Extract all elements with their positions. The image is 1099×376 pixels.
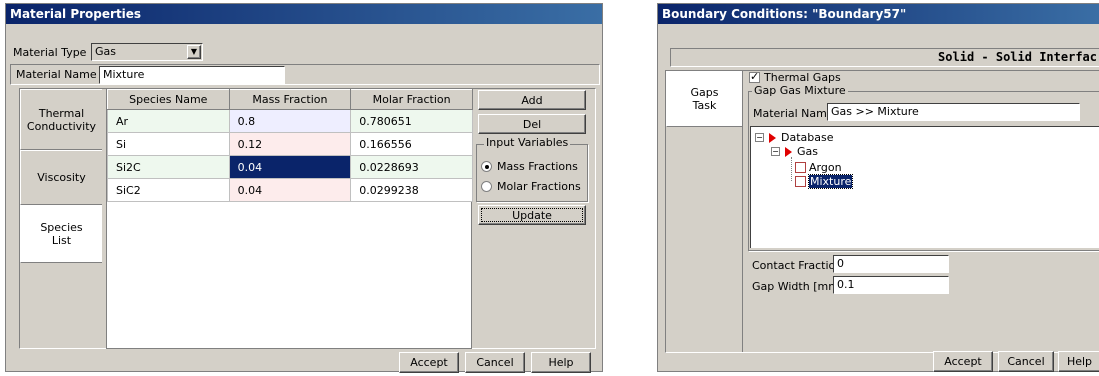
- interface-header: Solid - Solid Interfac: [670, 48, 1099, 67]
- tab-species-list-label: Species List: [40, 221, 83, 247]
- cancel-button[interactable]: Cancel: [465, 352, 525, 373]
- mass-fractions-radio[interactable]: Mass Fractions: [481, 160, 578, 173]
- argon-checkbox-icon[interactable]: [795, 162, 806, 173]
- table-row[interactable]: Ar 0.8 0.780651: [107, 109, 473, 133]
- boundary-accept-button[interactable]: Accept: [933, 351, 993, 372]
- tab-thermal-conductivity[interactable]: Thermal Conductivity: [20, 89, 102, 150]
- molar-fraction-cell: 0.0228693: [350, 155, 473, 179]
- species-table-area: Species Name Mass Fraction Molar Fractio…: [106, 88, 473, 349]
- column-header-species-name[interactable]: Species Name: [107, 89, 230, 110]
- boundary-cancel-button[interactable]: Cancel: [998, 351, 1054, 372]
- mass-fraction-cell-selected[interactable]: 0.04: [228, 155, 352, 179]
- molar-fraction-cell: 0.780651: [350, 109, 473, 133]
- thermal-gaps-checkbox[interactable]: Thermal Gaps: [749, 70, 841, 84]
- contact-fraction-label: Contact Fraction: [752, 259, 843, 272]
- column-header-mass-fraction[interactable]: Mass Fraction: [228, 89, 352, 110]
- interface-header-text: Solid - Solid Interfac: [938, 50, 1097, 64]
- gap-width-input[interactable]: 0.1: [833, 276, 949, 294]
- update-button[interactable]: Update: [478, 205, 586, 225]
- table-row[interactable]: Si 0.12 0.166556: [107, 132, 473, 156]
- add-button[interactable]: Add: [478, 90, 586, 110]
- boundary-conditions-window: Boundary Conditions: "Boundary57" Solid …: [657, 3, 1099, 372]
- collapse-icon[interactable]: −: [771, 147, 780, 156]
- material-type-value: Gas: [95, 45, 116, 58]
- material-type-select[interactable]: Gas ▼: [91, 43, 203, 61]
- column-header-molar-fraction[interactable]: Molar Fraction: [350, 89, 473, 110]
- material-type-label: Material Type: [13, 46, 87, 59]
- folder-arrow-icon: [785, 146, 792, 157]
- contact-fraction-input[interactable]: 0: [833, 255, 949, 273]
- radio-selected-icon[interactable]: [481, 161, 492, 172]
- gap-material-name-input[interactable]: Gas >> Mixture: [827, 103, 1080, 121]
- species-table: Species Name Mass Fraction Molar Fractio…: [107, 89, 473, 202]
- help-button[interactable]: Help: [531, 352, 591, 373]
- material-name-input[interactable]: Mixture: [99, 66, 285, 84]
- gap-width-label: Gap Width [mm]: [752, 280, 844, 293]
- gap-material-name-label: Material Name:: [753, 107, 838, 120]
- checkbox-checked-icon[interactable]: [749, 70, 760, 83]
- tree-item-argon[interactable]: Argon: [795, 161, 842, 174]
- collapse-icon[interactable]: −: [755, 133, 764, 142]
- tree-item-database[interactable]: − Database: [755, 131, 834, 144]
- tree-label-argon: Argon: [809, 161, 842, 174]
- del-button[interactable]: Del: [478, 114, 586, 134]
- table-header-row: Species Name Mass Fraction Molar Fractio…: [107, 89, 473, 110]
- table-row[interactable]: SiC2 0.04 0.0299238: [107, 178, 473, 202]
- material-tree: − Database − Gas Argon Mixture: [750, 126, 1099, 248]
- table-row[interactable]: Si2C 0.04 0.0228693: [107, 155, 473, 179]
- molar-fractions-radio[interactable]: Molar Fractions: [481, 180, 581, 193]
- tab-viscosity[interactable]: Viscosity: [20, 150, 102, 205]
- folder-arrow-icon: [769, 132, 776, 143]
- gap-gas-mixture-label: Gap Gas Mixture: [752, 84, 848, 97]
- tab-species-list[interactable]: Species List: [20, 205, 102, 263]
- radio-unselected-icon[interactable]: [481, 181, 492, 192]
- tree-item-gas[interactable]: − Gas: [771, 145, 818, 158]
- input-variables-group: [476, 144, 588, 202]
- mass-fraction-cell[interactable]: 0.8: [228, 109, 352, 133]
- mixture-checkbox-icon[interactable]: [795, 176, 806, 187]
- mass-fraction-cell[interactable]: 0.04: [228, 178, 352, 202]
- molar-fractions-label: Molar Fractions: [497, 180, 581, 193]
- boundary-help-button[interactable]: Help: [1058, 351, 1099, 372]
- mass-fractions-label: Mass Fractions: [497, 160, 578, 173]
- input-variables-label: Input Variables: [484, 136, 571, 149]
- boundary-window-title: Boundary Conditions: "Boundary57": [658, 4, 1099, 24]
- tree-label-gas: Gas: [797, 145, 818, 158]
- species-name-cell[interactable]: SiC2: [107, 178, 230, 202]
- tab-thermal-conductivity-label: Thermal Conductivity: [26, 106, 97, 133]
- tree-item-mixture[interactable]: Mixture: [795, 174, 854, 189]
- chevron-down-icon[interactable]: ▼: [187, 45, 201, 59]
- tab-gaps-task-label: Gaps Task: [690, 86, 719, 112]
- accept-button[interactable]: Accept: [399, 352, 459, 373]
- species-name-cell[interactable]: Ar: [107, 109, 230, 133]
- molar-fraction-cell: 0.0299238: [350, 178, 473, 202]
- tab-viscosity-label: Viscosity: [37, 171, 86, 184]
- mass-fraction-cell[interactable]: 0.12: [228, 132, 352, 156]
- molar-fraction-cell: 0.166556: [350, 132, 473, 156]
- species-name-cell[interactable]: Si: [107, 132, 230, 156]
- tree-label-mixture: Mixture: [807, 174, 854, 189]
- tab-content-divider: [742, 71, 743, 352]
- tab-gaps-task[interactable]: Gaps Task: [666, 71, 742, 127]
- tree-connector: [791, 157, 792, 181]
- tree-label-database: Database: [781, 131, 834, 144]
- species-name-cell[interactable]: Si2C: [107, 155, 230, 179]
- thermal-gaps-label: Thermal Gaps: [764, 71, 841, 84]
- material-name-label: Material Name: [16, 68, 97, 81]
- material-window-title: Material Properties: [6, 4, 602, 24]
- material-properties-window: Material Properties Material Type Gas ▼ …: [5, 3, 603, 373]
